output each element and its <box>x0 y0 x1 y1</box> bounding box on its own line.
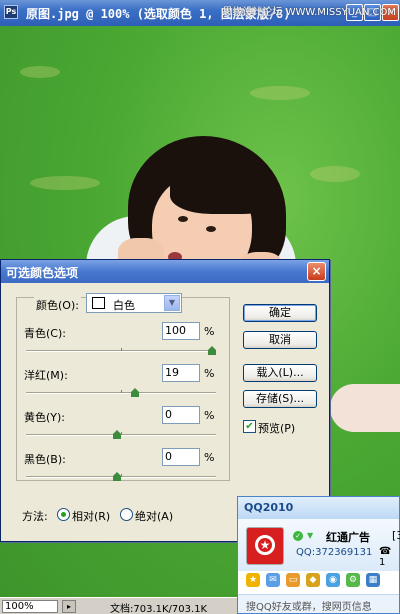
avatar[interactable]: ★ <box>246 527 284 565</box>
grass-spot <box>310 166 360 182</box>
qq-nickname: 红通广告 <box>326 531 370 544</box>
document-titlebar[interactable]: Ps 原图.jpg @ 100% (选取颜色 1, 图层蒙版/8) _ □ × … <box>0 0 400 26</box>
star-logo-icon: ★ <box>255 535 275 555</box>
dialog-title: 可选颜色选项 <box>6 266 79 280</box>
magenta-percent: % <box>204 367 215 380</box>
star-icon[interactable]: ★ <box>246 573 260 587</box>
online-status-icon[interactable]: ✓ <box>293 531 303 541</box>
magenta-input[interactable]: 19 <box>162 364 200 382</box>
app-icon[interactable]: ▦ <box>366 573 380 587</box>
grass-spot <box>30 176 100 190</box>
qq-search-placeholder: 搜QQ好友或群，搜网页信息 <box>246 602 372 613</box>
preview-checkbox[interactable]: ✔ <box>243 420 256 433</box>
zoom-field[interactable]: 100% <box>2 600 58 613</box>
grass-spot <box>250 86 310 100</box>
status-menu-icon[interactable]: ▸ <box>62 600 76 613</box>
cancel-button[interactable]: 取消 <box>243 331 317 349</box>
load-button[interactable]: 载入(L)... <box>243 364 317 382</box>
child-eye <box>206 226 216 232</box>
black-percent: % <box>204 451 215 464</box>
slider-center-tick <box>121 432 122 435</box>
grass-spot <box>20 66 60 78</box>
dialog-close-button[interactable]: × <box>307 262 326 281</box>
color-label: 颜色(O): <box>34 297 81 313</box>
absolute-radio[interactable] <box>120 508 133 521</box>
slider-center-tick <box>121 474 122 477</box>
yellow-percent: % <box>204 409 215 422</box>
dialog-titlebar[interactable]: 可选颜色选项 × <box>1 260 329 283</box>
chevron-down-icon[interactable]: ▼ <box>307 531 313 540</box>
child-legs <box>330 384 400 432</box>
slider-center-tick <box>121 390 122 393</box>
method-label: 方法: <box>22 510 48 523</box>
space-icon[interactable]: ◉ <box>326 573 340 587</box>
chevron-down-icon[interactable]: ▼ <box>164 295 180 311</box>
qq-number: QQ:372369131 <box>296 547 373 558</box>
qq-popup: QQ2010 ★ ✓ ▼ 红通广告 [3 QQ:372369131 ☎ 1 ★ … <box>237 496 400 614</box>
settings-icon[interactable]: ⚙ <box>346 573 360 587</box>
yellow-label: 黄色(Y): <box>24 411 66 424</box>
cyan-percent: % <box>204 325 215 338</box>
qq-name-suffix: [3 <box>392 529 400 542</box>
slider-center-tick <box>121 348 122 351</box>
photoshop-icon: Ps <box>4 5 18 19</box>
qq-search-bar[interactable]: 搜QQ好友或群，搜网页信息 <box>238 594 399 613</box>
child-eye <box>178 216 188 222</box>
relative-radio-label[interactable]: 相对(R) <box>72 508 110 524</box>
black-input[interactable]: 0 <box>162 448 200 466</box>
yellow-input[interactable]: 0 <box>162 406 200 424</box>
black-slider-thumb[interactable] <box>113 472 121 481</box>
watermark: 思缘设计论坛 WWW.MISSYUAN.COM <box>222 7 396 18</box>
preview-label[interactable]: 预览(P) <box>258 420 295 436</box>
magenta-label: 洋红(M): <box>24 369 68 382</box>
mail-icon[interactable]: ✉ <box>266 573 280 587</box>
cyan-label: 青色(C): <box>24 327 66 340</box>
yellow-slider-thumb[interactable] <box>113 430 121 439</box>
color-select-value: 白色 <box>113 299 135 312</box>
color-swatch <box>92 297 105 309</box>
wallet-icon[interactable]: ◆ <box>306 573 320 587</box>
qq-phone: ☎ 1 <box>379 546 392 568</box>
qq-titlebar[interactable]: QQ2010 <box>238 497 399 519</box>
document-size-info: 文档:703.1K/703.1K <box>110 604 208 614</box>
relative-radio[interactable] <box>57 508 70 521</box>
black-label: 黑色(B): <box>24 453 66 466</box>
chat-icon[interactable]: ▭ <box>286 573 300 587</box>
qq-title: QQ2010 <box>244 501 294 514</box>
color-select[interactable]: 白色 ▼ <box>86 293 182 313</box>
absolute-radio-label[interactable]: 绝对(A) <box>135 508 173 524</box>
ok-button[interactable]: 确定 <box>243 304 317 322</box>
save-button[interactable]: 存储(S)... <box>243 390 317 408</box>
cyan-slider-thumb[interactable] <box>208 346 216 355</box>
cyan-input[interactable]: 100 <box>162 322 200 340</box>
magenta-slider-thumb[interactable] <box>131 388 140 397</box>
